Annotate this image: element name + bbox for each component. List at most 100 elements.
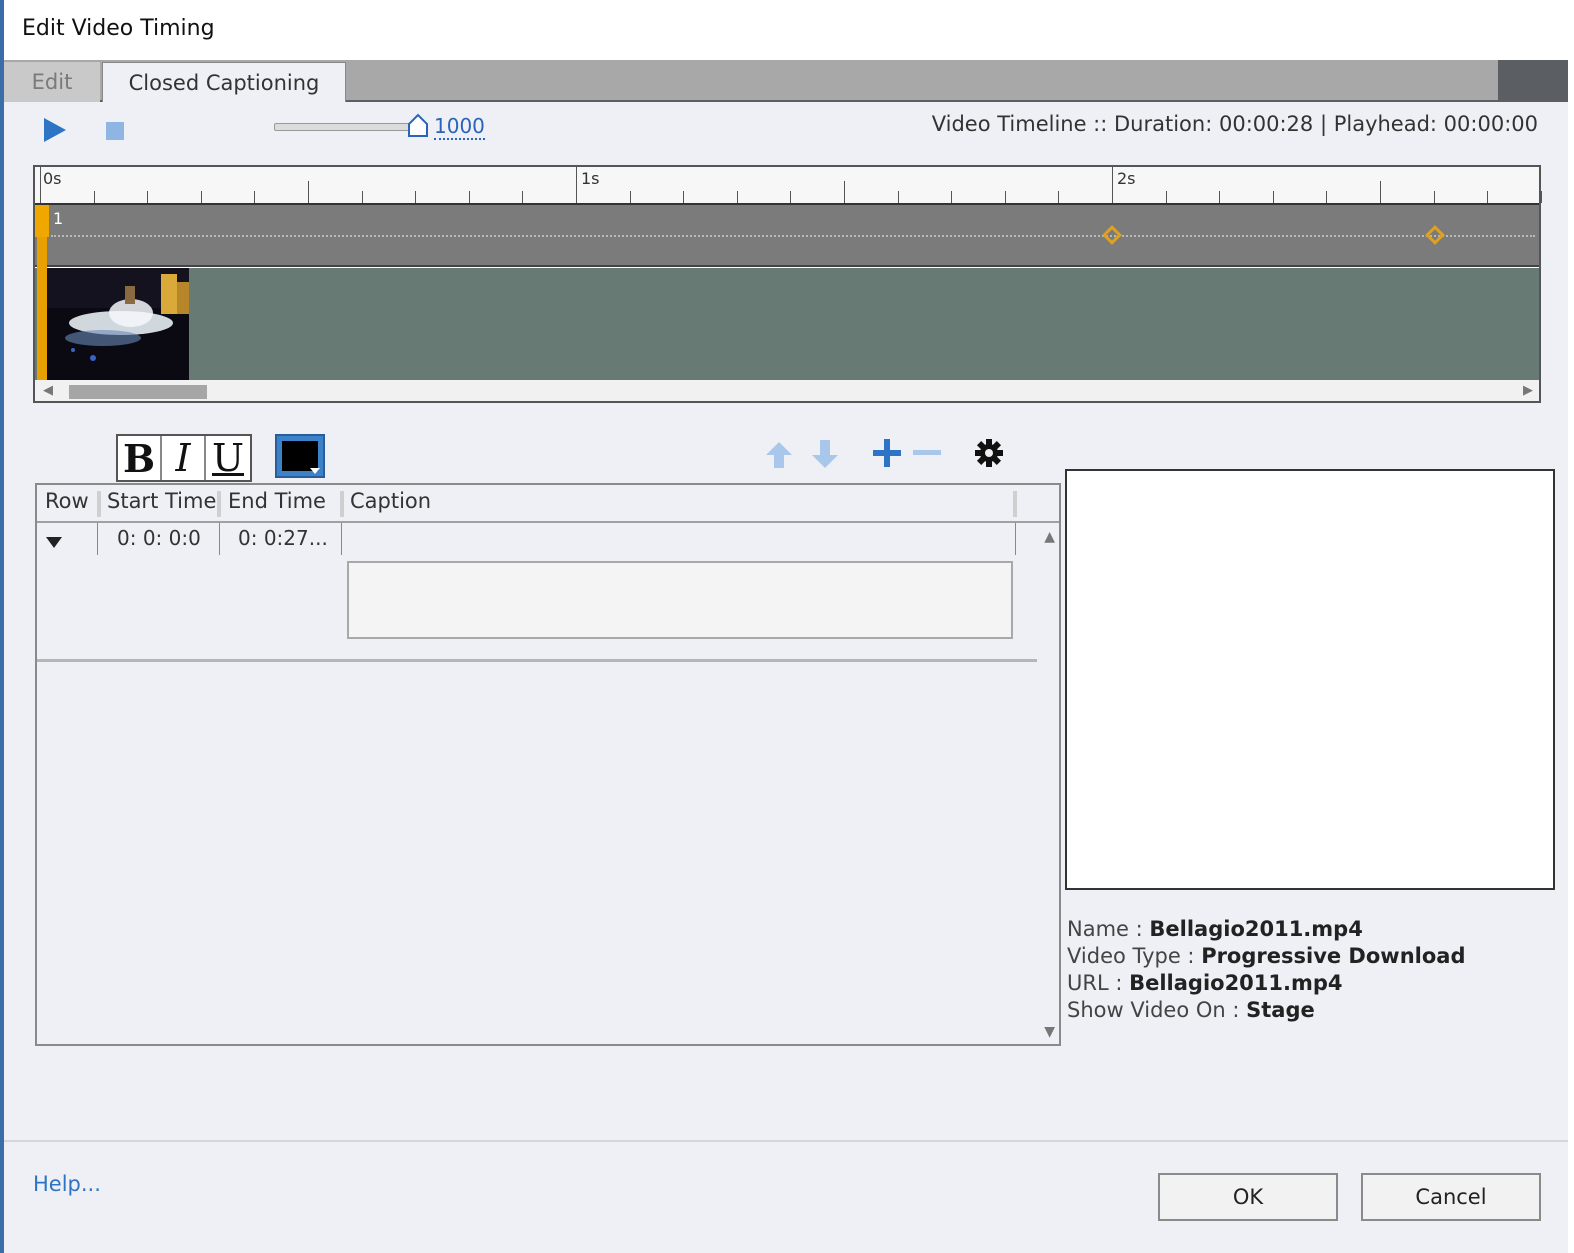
ruler-tick <box>1165 191 1167 203</box>
move-up-icon[interactable] <box>762 436 796 470</box>
ok-button[interactable]: OK <box>1158 1173 1338 1221</box>
italic-button[interactable]: I <box>162 436 206 480</box>
ruler-tick <box>1272 191 1274 203</box>
ruler-tick <box>1112 167 1113 203</box>
cell-divider <box>97 523 98 555</box>
cancel-button[interactable]: Cancel <box>1361 1173 1541 1221</box>
cell-divider <box>341 523 342 555</box>
ruler-tick <box>200 191 202 203</box>
ruler-tick <box>951 191 953 203</box>
video-timeline[interactable]: 0s 1s 2s 1 ◀ ▶ <box>33 165 1542 403</box>
ruler-tick <box>1326 191 1328 203</box>
gear-icon[interactable] <box>972 436 1006 470</box>
column-separator[interactable] <box>97 491 101 517</box>
scrollbar-thumb[interactable] <box>69 385 207 399</box>
row-start-time[interactable]: 0: 0: 0:0 <box>117 526 201 550</box>
prop-video-type: Video Type : Progressive Download <box>1067 943 1465 970</box>
ruler-tick <box>844 181 845 203</box>
ruler-tick <box>736 191 738 203</box>
caption-text-input[interactable] <box>347 561 1013 639</box>
remove-icon[interactable] <box>910 436 944 470</box>
column-separator[interactable] <box>217 491 221 517</box>
caption-keyframe[interactable] <box>1425 225 1445 245</box>
row-end-time[interactable]: 0: 0:27... <box>238 526 328 550</box>
grid-header: Row Start Time End Time Caption <box>37 485 1059 523</box>
column-header-row[interactable]: Row <box>45 489 89 513</box>
ruler-tick <box>1433 191 1435 203</box>
ruler-tick <box>683 191 685 203</box>
scroll-right-icon[interactable]: ▶ <box>1523 383 1533 398</box>
play-icon[interactable] <box>42 116 68 144</box>
timeline-hscrollbar[interactable]: ◀ ▶ <box>35 380 1539 401</box>
column-header-start-time[interactable]: Start Time <box>107 489 216 513</box>
cell-divider <box>219 523 220 555</box>
scroll-up-icon[interactable]: ▲ <box>1044 529 1055 545</box>
tab-closed-captioning[interactable]: Closed Captioning <box>102 62 346 102</box>
caption-track-number: 1 <box>53 209 64 228</box>
ruler-tick <box>522 191 524 203</box>
zoom-value[interactable]: 1000 <box>434 114 485 140</box>
ruler-label-2s: 2s <box>1117 169 1136 188</box>
prop-label: Name : <box>1067 917 1150 941</box>
video-thumbnail <box>43 268 189 380</box>
time-ruler[interactable]: 0s 1s 2s <box>35 167 1542 205</box>
chevron-down-icon <box>310 468 320 474</box>
scroll-left-icon[interactable]: ◀ <box>43 383 53 398</box>
ruler-tick <box>629 191 631 203</box>
prop-value: Bellagio2011.mp4 <box>1149 917 1363 941</box>
row-separator <box>37 659 1037 662</box>
tab-bar: Edit Closed Captioning <box>4 60 1568 102</box>
footer-divider <box>4 1140 1568 1142</box>
column-separator[interactable] <box>340 491 344 517</box>
ruler-tick <box>790 191 792 203</box>
column-header-end-time[interactable]: End Time <box>228 489 326 513</box>
column-separator[interactable] <box>1013 491 1017 517</box>
tab-edit[interactable]: Edit <box>4 62 100 102</box>
bold-button[interactable]: B <box>118 436 162 481</box>
timeline-info: Video Timeline :: Duration: 00:00:28 | P… <box>931 112 1538 136</box>
move-down-icon[interactable] <box>808 436 842 470</box>
stop-icon[interactable] <box>106 122 124 140</box>
ruler-label-0s: 0s <box>43 169 62 188</box>
prop-name: Name : Bellagio2011.mp4 <box>1067 916 1465 943</box>
prop-show-video-on: Show Video On : Stage <box>1067 997 1465 1024</box>
color-swatch <box>282 441 318 471</box>
ruler-tick <box>40 167 41 203</box>
playhead-handle[interactable] <box>35 205 49 237</box>
scroll-down-icon[interactable]: ▼ <box>1044 1024 1055 1040</box>
prop-value: Bellagio2011.mp4 <box>1129 971 1343 995</box>
ruler-tick <box>1004 191 1006 203</box>
ruler-tick <box>308 181 309 203</box>
video-properties: Name : Bellagio2011.mp4 Video Type : Pro… <box>1067 916 1465 1024</box>
column-header-caption[interactable]: Caption <box>350 489 431 513</box>
add-icon[interactable] <box>870 436 904 470</box>
prop-value: Stage <box>1246 998 1315 1022</box>
ruler-tick <box>1058 191 1060 203</box>
caption-keyframe[interactable] <box>1102 225 1122 245</box>
ruler-tick <box>1487 191 1489 203</box>
video-track[interactable] <box>35 268 1539 380</box>
text-color-picker[interactable] <box>275 434 325 478</box>
text-format-group: B I U <box>116 434 252 482</box>
ruler-tick <box>897 191 899 203</box>
zoom-slider-track[interactable] <box>274 123 416 131</box>
ruler-tick <box>254 191 256 203</box>
ruler-tick <box>93 191 95 203</box>
prop-label: Video Type : <box>1067 944 1202 968</box>
caption-grid: Row Start Time End Time Caption 0: 0: 0:… <box>35 483 1061 1046</box>
caption-track-line <box>51 235 1535 237</box>
underline-button[interactable]: U <box>206 436 250 480</box>
ruler-tick <box>576 167 577 203</box>
ruler-tick <box>1219 191 1221 203</box>
prop-url: URL : Bellagio2011.mp4 <box>1067 970 1465 997</box>
video-preview <box>1065 469 1555 890</box>
zoom-slider-thumb[interactable] <box>405 112 431 138</box>
prop-label: URL : <box>1067 971 1130 995</box>
ruler-tick <box>468 191 470 203</box>
prop-value: Progressive Download <box>1201 944 1466 968</box>
ruler-label-1s: 1s <box>581 169 600 188</box>
help-link[interactable]: Help... <box>33 1172 101 1196</box>
ruler-tick <box>1380 181 1381 203</box>
caption-track[interactable]: 1 <box>35 205 1539 267</box>
row-expand-icon[interactable] <box>45 535 63 549</box>
